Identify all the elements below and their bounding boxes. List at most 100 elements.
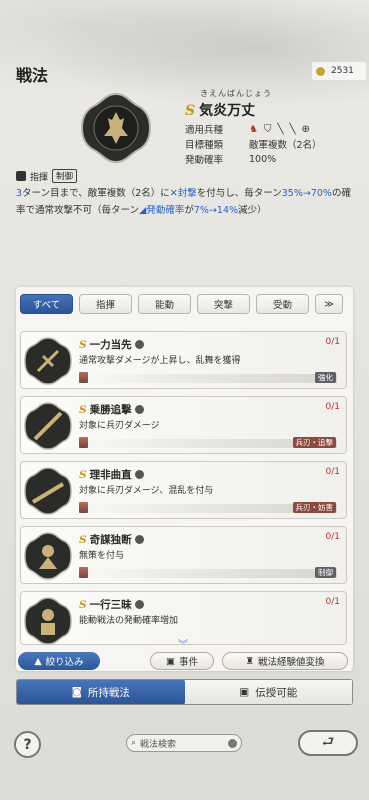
search-input[interactable]: ⌕ 戦法検索 [126, 734, 242, 752]
skill-effect: 無策を付与 [79, 551, 125, 561]
skill-name-text: 一力当先 [89, 339, 132, 351]
search-icon: ⌕ [131, 738, 137, 748]
skill-badge: 強化 [315, 372, 336, 383]
list-mode-switch: ◙ 所持戦法 ▣ 伝授可能 [16, 679, 353, 705]
back-button[interactable]: ⮐ [298, 730, 358, 756]
desc-text: 減少） [238, 205, 267, 216]
skill-name-text: 理非曲直 [89, 469, 132, 481]
tab-active[interactable]: 能動 [138, 294, 191, 314]
tablet-icon: ▣ [239, 686, 250, 698]
tab-assault[interactable]: 突撃 [197, 294, 250, 314]
help-button[interactable]: ? [14, 731, 41, 758]
search-submit-icon [228, 738, 237, 748]
skill-card[interactable]: S 一力当先 通常攻撃ダメージが上昇し、乱舞を獲得 0/1 強化 [20, 331, 347, 389]
avatar [79, 372, 88, 383]
cavalry-icon: ♞ [249, 123, 258, 135]
skill-count: 0/1 [325, 597, 340, 607]
convert-label: 戦法経験値変換 [258, 657, 325, 668]
blade-icon [24, 467, 72, 515]
tab-owned[interactable]: ◙ 所持戦法 [17, 680, 185, 704]
type-icon [134, 340, 144, 349]
skill-effect: 対象に兵刃ダメージ、混乱を付与 [79, 486, 214, 496]
stat-value: 100% [249, 153, 277, 165]
skill-card[interactable]: S 理非曲直 対象に兵刃ダメージ、混乱を付与 0/1 兵刃・妨害 [20, 461, 347, 519]
troop-types: ♞ ⛉ ╲ ╲ ⊕ [249, 122, 310, 136]
stat-row-target: 目標種類 敵軍複数（2名） [185, 137, 322, 151]
siege-icon: ⊕ [301, 123, 310, 135]
info-bar [79, 374, 337, 383]
stat-row-troop: 適用兵種 ♞ ⛉ ╲ ╲ ⊕ [185, 122, 310, 137]
search-placeholder: 戦法検索 [140, 739, 177, 750]
skill-effect: 通常攻撃ダメージが上昇し、乱舞を獲得 [79, 356, 241, 366]
skill-count: 0/1 [325, 337, 340, 347]
tab-more[interactable]: ≫ [315, 294, 343, 314]
scroll-down-icon[interactable]: ︾ [178, 636, 188, 651]
info-bar [79, 569, 337, 578]
skill-badge: 兵刃・妨害 [292, 502, 336, 513]
selected-skill-icon [80, 92, 152, 164]
type-icon [134, 405, 144, 414]
owned-label: 所持戦法 [87, 686, 130, 699]
command-icon [16, 171, 26, 181]
skill-badge: 兵刃・追撃 [292, 437, 336, 448]
medal-icon: ♜ [245, 655, 254, 667]
triangle-up-icon: ▲ [34, 655, 42, 667]
skill-name: S 一力当先 [79, 337, 144, 352]
coin-icon [316, 66, 325, 76]
book-icon: ◙ [71, 686, 82, 698]
transfer-label: 伝授可能 [255, 686, 298, 699]
skill-card[interactable]: S 乗勝追撃 対象に兵刃ダメージ 0/1 兵刃・追撃 [20, 396, 347, 454]
tag-command: 指揮 [30, 172, 49, 183]
avatar [79, 437, 88, 448]
sword-icon [24, 402, 72, 450]
desc-text: が [184, 205, 194, 216]
spear-icon: ╲ [289, 123, 296, 135]
skill-card[interactable]: S 奇謀独断 無策を付与 0/1 制御 [20, 526, 347, 584]
skill-count: 0/1 [325, 532, 340, 542]
stat-row-rate: 発動確率 100% [185, 152, 277, 167]
skill-name-text: 一行三昧 [89, 599, 132, 611]
skill-effect: 対象に兵刃ダメージ [79, 421, 160, 431]
event-button[interactable]: ▣ 事件 [150, 652, 214, 670]
tab-all[interactable]: すべて [20, 294, 73, 314]
tag-control: 制御 [52, 169, 78, 183]
desc-keyword: 封撃 [177, 188, 197, 199]
tab-transferable[interactable]: ▣ 伝授可能 [184, 680, 352, 704]
stat-value: 敵軍複数（2名） [249, 140, 322, 151]
skill-name-text: 乗勝追撃 [89, 404, 132, 416]
stat-key: 目標種類 [185, 140, 224, 151]
skill-name: S 理非曲直 [79, 467, 144, 482]
skill-tags: 指揮 制御 [16, 169, 78, 183]
shield-icon: ⛉ [263, 123, 272, 135]
back-arrow-icon: ⮐ [321, 734, 335, 750]
scroll-icon: ▣ [166, 655, 175, 667]
tab-command[interactable]: 指揮 [79, 294, 132, 314]
grade-badge: S [79, 403, 87, 416]
grade-badge: S [79, 468, 87, 481]
avatar [79, 567, 88, 578]
warrior-icon [24, 337, 72, 385]
skill-count: 0/1 [325, 467, 340, 477]
bow-icon: ╲ [277, 123, 284, 135]
desc-text: ターン目まで、敵軍複数（2名）に [22, 188, 170, 199]
event-label: 事件 [178, 657, 198, 668]
skill-list-panel: すべて 指揮 能動 突撃 受動 ≫ S 一力当先 通常攻撃ダメージが上昇し、乱舞を… [16, 287, 353, 671]
selected-skill-name: S 気炎万丈 [185, 100, 255, 120]
type-icon [134, 600, 144, 609]
convert-exp-button[interactable]: ♜ 戦法経験値変換 [222, 652, 348, 670]
skill-name: S 奇謀独断 [79, 532, 144, 547]
skill-name: S 一行三昧 [79, 597, 144, 612]
seal-icon: ✕ [169, 188, 178, 199]
type-icon [134, 535, 144, 544]
filter-button[interactable]: ▲ 絞り込み [18, 652, 100, 670]
strategist-icon [24, 532, 72, 580]
desc-text: を付与し、毎ターン [196, 188, 282, 199]
skill-count: 0/1 [325, 402, 340, 412]
points-display: 2531 [312, 62, 366, 80]
desc-keyword: 発動確率 [146, 205, 185, 216]
grade-badge: S [79, 598, 87, 611]
desc-rate: 35%→70% [281, 188, 332, 199]
tab-passive[interactable]: 受動 [256, 294, 309, 314]
filter-tabs: すべて 指揮 能動 突撃 受動 ≫ [20, 294, 343, 314]
points-value: 2531 [331, 66, 354, 76]
